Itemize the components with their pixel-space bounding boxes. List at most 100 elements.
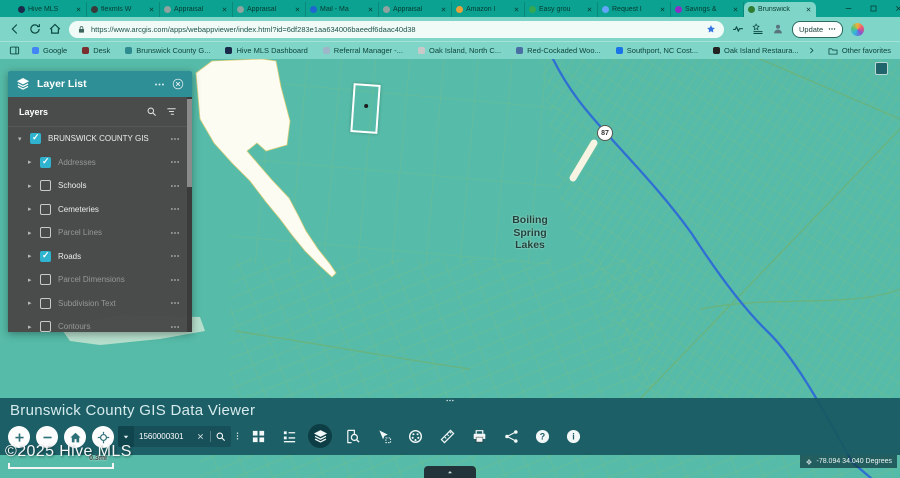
tab-close-icon[interactable] (586, 6, 593, 13)
selected-parcel-highlight[interactable] (350, 83, 380, 134)
bookmark-item[interactable]: Desk (82, 46, 110, 55)
layer-filter-icon[interactable] (166, 106, 177, 117)
other-favorites-button[interactable]: Other favorites (828, 46, 891, 56)
browser-tab[interactable]: Amazon l (452, 2, 525, 17)
crosshair-icon[interactable] (805, 458, 813, 466)
about-button[interactable]: i (561, 424, 585, 448)
bookmark-item[interactable]: Oak Island, North C... (418, 46, 501, 55)
share-button[interactable] (499, 424, 523, 448)
browser-tab[interactable]: Request l (598, 2, 671, 17)
expand-icon[interactable] (28, 299, 38, 307)
more-tools-icon[interactable] (233, 429, 242, 443)
tab-close-icon[interactable] (148, 6, 155, 13)
layer-menu-icon[interactable] (170, 181, 180, 191)
sidebar-toggle-icon[interactable] (9, 45, 20, 56)
browser-tab[interactable]: Appraisal (233, 2, 306, 17)
layer-menu-icon[interactable] (170, 157, 180, 167)
measure-button[interactable] (435, 424, 459, 448)
bookmark-item[interactable]: Google (32, 46, 67, 55)
reload-button[interactable] (29, 23, 41, 35)
copilot-icon[interactable] (851, 23, 864, 36)
layer-menu-icon[interactable] (170, 322, 180, 332)
tab-close-icon[interactable] (440, 6, 447, 13)
query-button[interactable] (340, 424, 364, 448)
layer-menu-icon[interactable] (170, 134, 180, 144)
basemap-button[interactable] (403, 424, 427, 448)
browser-tab[interactable]: Brunswick (744, 2, 816, 17)
browser-essentials-icon[interactable] (732, 23, 744, 35)
bookmarks-overflow-icon[interactable] (807, 46, 816, 55)
layer-search-icon[interactable] (146, 106, 157, 117)
tab-close-icon[interactable] (294, 6, 301, 13)
bookmark-star-icon[interactable] (706, 24, 716, 34)
profile-avatar[interactable] (772, 23, 784, 35)
layer-menu-icon[interactable] (170, 275, 180, 285)
browser-tab[interactable]: Hive MLS (14, 2, 87, 17)
clear-search-icon[interactable] (196, 432, 205, 441)
layer-menu-icon[interactable] (170, 228, 180, 238)
legend-button[interactable] (277, 424, 301, 448)
layer-item[interactable]: Parcel Lines (8, 221, 192, 245)
expand-icon[interactable] (28, 229, 38, 237)
favorites-bar-icon[interactable] (752, 23, 764, 35)
apps-button[interactable] (246, 424, 270, 448)
layer-checkbox[interactable] (40, 298, 51, 309)
tab-close-icon[interactable] (513, 6, 520, 13)
tab-close-icon[interactable] (75, 6, 82, 13)
scrollbar-thumb[interactable] (187, 99, 192, 187)
search-submit-icon[interactable] (210, 431, 226, 442)
tab-close-icon[interactable] (659, 6, 666, 13)
update-button[interactable]: Update (792, 21, 843, 38)
help-button[interactable]: ? (530, 424, 554, 448)
bookmark-item[interactable]: Southport, NC Cost... (616, 46, 698, 55)
bookmark-item[interactable]: Brunswick County G... (125, 46, 210, 55)
expand-icon[interactable] (18, 135, 28, 143)
bookmark-item[interactable]: Oak Island Restaura... (713, 46, 799, 55)
layer-menu-icon[interactable] (170, 298, 180, 308)
layer-menu-icon[interactable] (170, 251, 180, 261)
settings-menu-icon[interactable] (828, 25, 836, 33)
layer-checkbox[interactable] (40, 274, 51, 285)
layer-item[interactable]: Subdivision Text (8, 292, 192, 316)
expand-icon[interactable] (28, 205, 38, 213)
minimize-button[interactable] (844, 4, 853, 13)
layer-item[interactable]: Addresses (8, 151, 192, 175)
panel-header[interactable]: Layer List (8, 71, 192, 97)
browser-tab[interactable]: Appraisal (379, 2, 452, 17)
print-button[interactable] (467, 424, 491, 448)
panel-close-icon[interactable] (172, 78, 184, 90)
maximize-button[interactable] (869, 4, 878, 13)
browser-tab[interactable]: Savings & (671, 2, 744, 17)
home-button[interactable] (49, 23, 61, 35)
layer-checkbox[interactable] (40, 157, 51, 168)
expand-icon[interactable] (28, 323, 38, 331)
select-button[interactable] (372, 424, 396, 448)
layer-checkbox[interactable] (40, 180, 51, 191)
bookmark-item[interactable]: Referral Manager -... (323, 46, 403, 55)
expand-icon[interactable] (28, 252, 38, 260)
layer-item[interactable]: Schools (8, 174, 192, 198)
browser-tab[interactable]: Appraisal (160, 2, 233, 17)
panel-menu-icon[interactable] (154, 79, 165, 90)
close-window-button[interactable] (894, 4, 900, 13)
browser-tab[interactable]: Easy grou (525, 2, 598, 17)
browser-tab[interactable]: Mail - Ma (306, 2, 379, 17)
expand-icon[interactable] (28, 276, 38, 284)
layer-item[interactable]: Roads (8, 245, 192, 269)
url-text[interactable]: https://www.arcgis.com/apps/webappviewer… (91, 25, 701, 34)
layers-button[interactable] (308, 424, 332, 448)
layer-menu-icon[interactable] (170, 204, 180, 214)
tab-close-icon[interactable] (732, 6, 739, 13)
layer-item[interactable]: Contours (8, 315, 192, 332)
panel-scrollbar[interactable] (187, 97, 192, 332)
bookmark-item[interactable]: Hive MLS Dashboard (225, 46, 307, 55)
layer-item[interactable]: Cemeteries (8, 198, 192, 222)
back-button[interactable] (9, 23, 21, 35)
attribute-table-handle[interactable] (424, 466, 476, 478)
layer-checkbox[interactable] (40, 321, 51, 332)
tab-close-icon[interactable] (221, 6, 228, 13)
layer-checkbox[interactable] (40, 204, 51, 215)
search-input[interactable]: 1560000301 (134, 432, 196, 441)
browser-tab[interactable]: flexmls W (87, 2, 160, 17)
layer-checkbox[interactable] (40, 227, 51, 238)
